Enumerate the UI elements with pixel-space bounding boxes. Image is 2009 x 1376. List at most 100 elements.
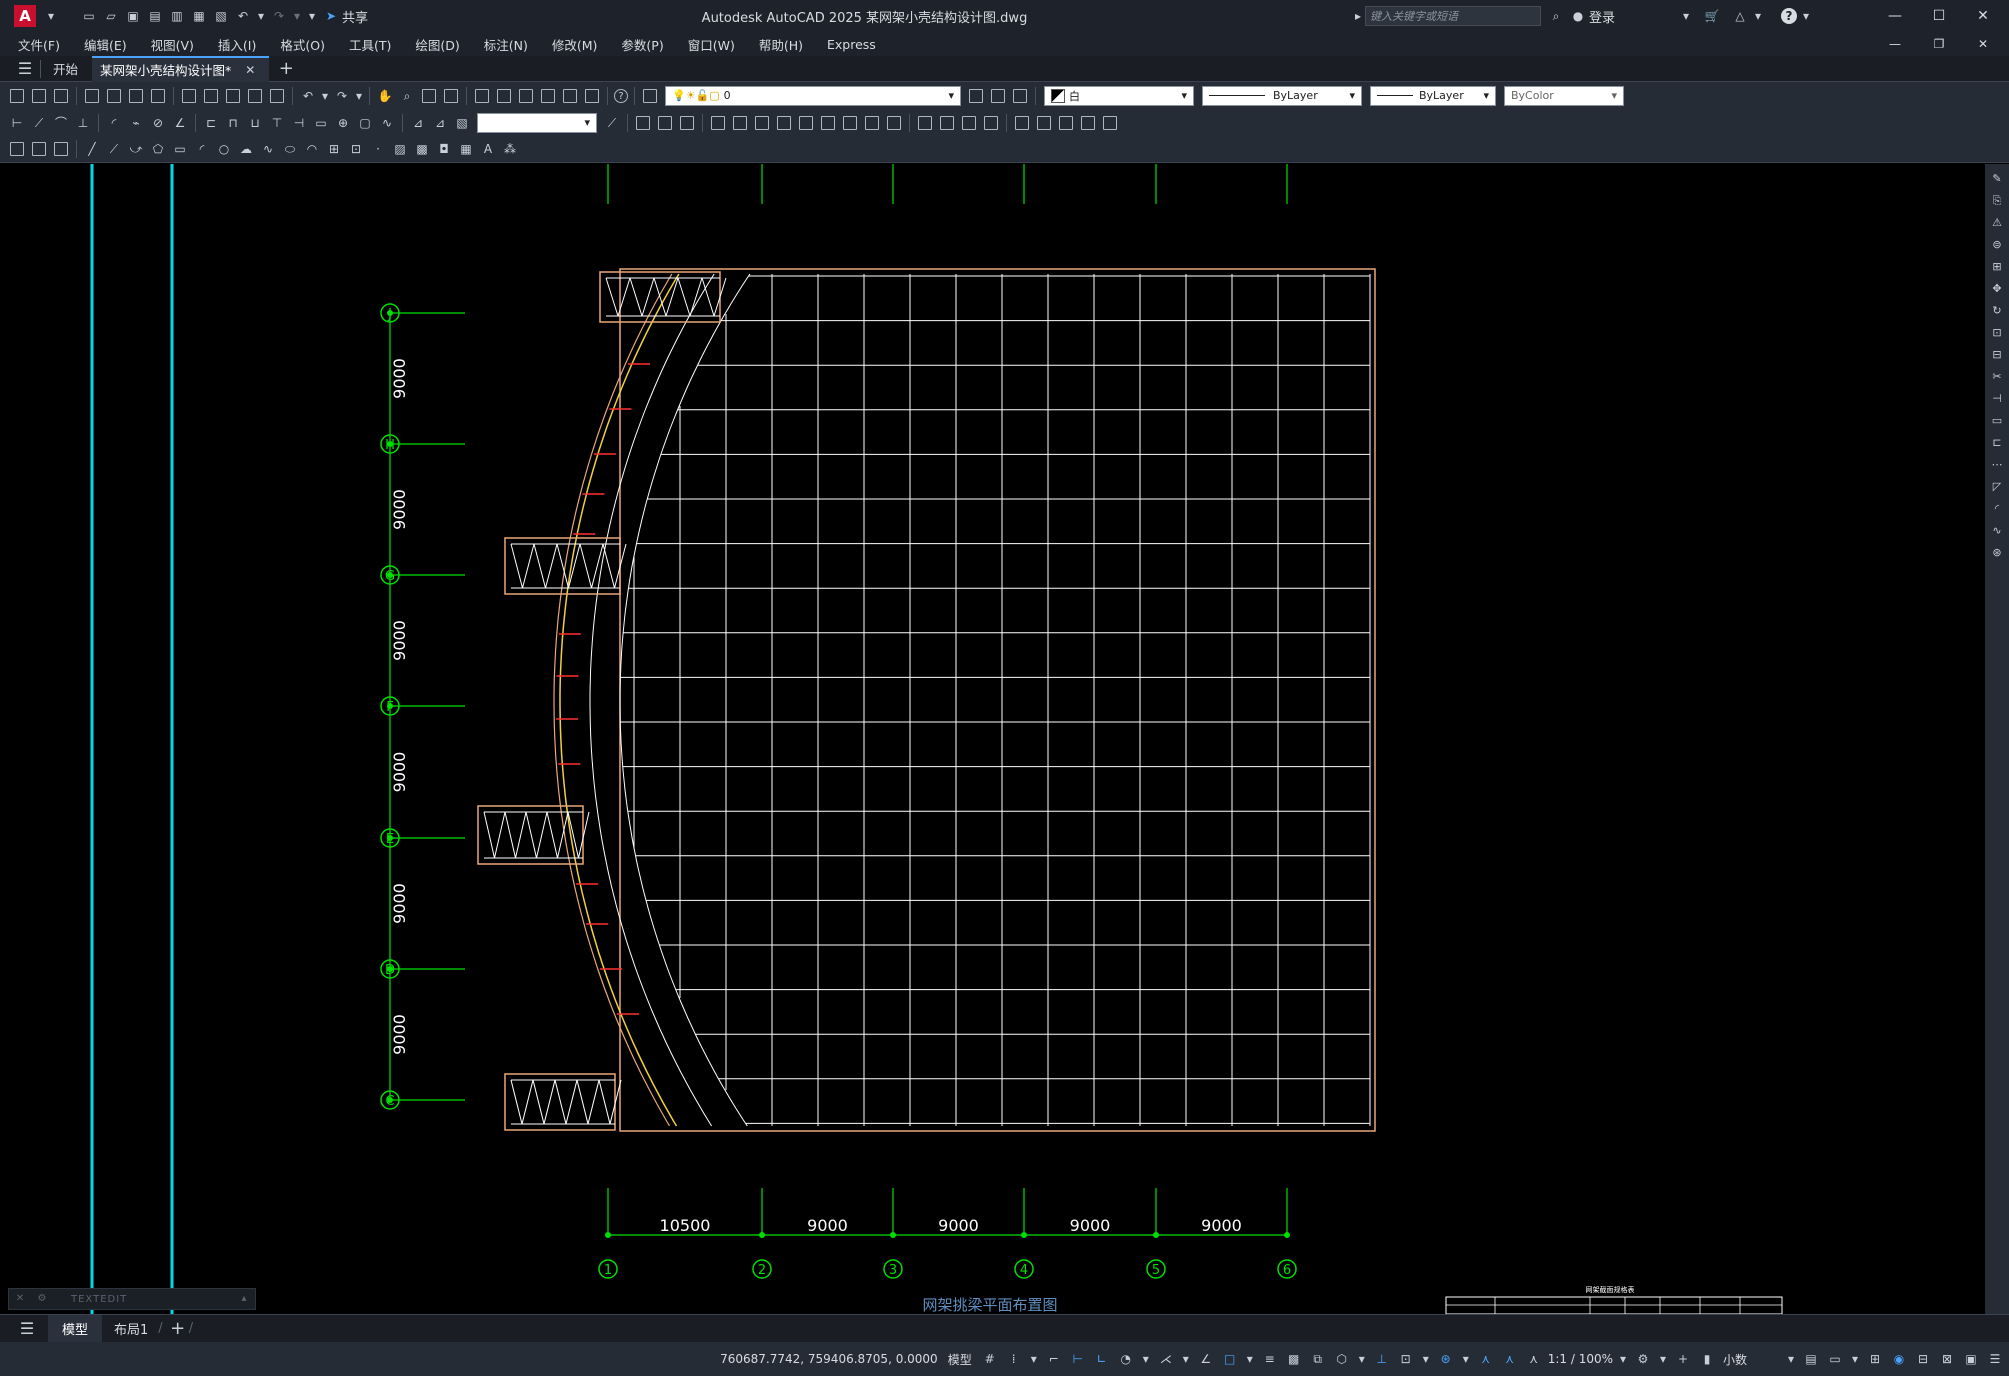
hamburger-menu-icon[interactable]: ☰: [16, 59, 34, 78]
construction-line-icon[interactable]: ⟋: [105, 140, 123, 158]
zoom-realtime-icon[interactable]: ⌕: [398, 87, 416, 105]
isolate-objects-icon[interactable]: ⊞: [1867, 1351, 1883, 1367]
move-icon[interactable]: ✥: [1989, 280, 2005, 298]
dynamic-ucs-icon[interactable]: ⊥: [1374, 1351, 1390, 1367]
sheet-set-icon[interactable]: [541, 88, 555, 103]
gradient-icon[interactable]: ▩: [413, 140, 431, 158]
snap-dropdown-icon[interactable]: ▾: [1030, 1351, 1038, 1367]
undo-toolbar-dropdown-icon[interactable]: ▾: [321, 87, 329, 105]
gizmo-dropdown-icon[interactable]: ▾: [1462, 1351, 1470, 1367]
command-settings-icon[interactable]: ⚙: [33, 1290, 51, 1308]
cart-icon[interactable]: 🛒: [1703, 7, 1721, 25]
tab-document[interactable]: 某网架小壳结构设计图* ✕: [92, 55, 270, 82]
zoom-window-icon[interactable]: [422, 88, 436, 103]
modify-chamfer-icon[interactable]: [918, 115, 932, 130]
scale-icon[interactable]: ⊡: [1989, 324, 2005, 342]
explode-icon[interactable]: ⊛: [1989, 544, 2005, 562]
linetype-dropdown[interactable]: ByLayer ▾: [1202, 85, 1362, 106]
point-icon[interactable]: ·: [369, 140, 387, 158]
selection-filter-dropdown-icon[interactable]: ▾: [1422, 1351, 1430, 1367]
menu-draw[interactable]: 绘图(D): [415, 35, 459, 54]
ucs-previous-icon[interactable]: [1059, 115, 1073, 130]
customize-qat-icon[interactable]: ▾: [306, 7, 318, 25]
share-icon[interactable]: ➤: [322, 7, 340, 25]
break-icon[interactable]: ⊏: [1989, 434, 2005, 452]
make-block-icon[interactable]: ⊡: [347, 140, 365, 158]
offset-icon[interactable]: ⊜: [1989, 236, 2005, 254]
share-button[interactable]: 共享: [342, 7, 368, 26]
dim-angular-icon[interactable]: ∠: [171, 114, 189, 132]
region-icon[interactable]: ◘: [435, 140, 453, 158]
block-create-icon[interactable]: [32, 142, 46, 156]
spline-icon[interactable]: ∿: [259, 140, 277, 158]
cut-icon[interactable]: [182, 88, 196, 103]
close-tab-icon[interactable]: ✕: [241, 61, 259, 79]
plot-icon[interactable]: [85, 88, 99, 103]
copy-object-icon[interactable]: ⎘: [1989, 192, 2005, 210]
dim-baseline-icon[interactable]: ⊓: [224, 114, 242, 132]
pan-icon[interactable]: ✋: [376, 87, 394, 105]
jogged-linear-icon[interactable]: ∿: [378, 114, 396, 132]
drawing-canvas[interactable]: J H G F E D C 9000 9000 9000 9000 9000 9000 1 2 3 4 5 6 105…: [0, 164, 1985, 1315]
tab-layout1[interactable]: 布局1: [114, 1319, 148, 1338]
units-dropdown-icon[interactable]: ▾: [1787, 1351, 1795, 1367]
layer-properties-icon[interactable]: [643, 88, 657, 103]
units-value[interactable]: 小数: [1723, 1351, 1779, 1368]
isodraft-icon[interactable]: ⋌: [1158, 1351, 1174, 1367]
undo-dropdown-icon[interactable]: ▾: [256, 7, 266, 25]
match-properties-icon[interactable]: [248, 88, 262, 103]
dim-radius-icon[interactable]: ◜: [105, 114, 123, 132]
menu-tools[interactable]: 工具(T): [349, 35, 391, 54]
workspace-dropdown-icon[interactable]: ▾: [1659, 1351, 1667, 1367]
modify-break-icon[interactable]: [865, 115, 879, 130]
line-icon[interactable]: ╱: [83, 140, 101, 158]
add-selected-icon[interactable]: ⁂: [501, 140, 519, 158]
tab-start[interactable]: 开始: [53, 59, 78, 78]
modify-rotate-icon[interactable]: [755, 115, 769, 130]
polar-dropdown-icon[interactable]: ▾: [1142, 1351, 1150, 1367]
ucs-face-icon[interactable]: [1081, 115, 1095, 130]
modify-scale-icon[interactable]: [777, 115, 791, 130]
isodraft-dropdown-icon[interactable]: ▾: [1182, 1351, 1190, 1367]
annotation-scale-icon[interactable]: ⋏: [1526, 1351, 1542, 1367]
zoom-previous-icon[interactable]: [444, 88, 458, 103]
modify-move-icon[interactable]: [636, 115, 650, 130]
polyline-icon[interactable]: ⤻: [127, 140, 145, 158]
make-current-icon[interactable]: [969, 88, 983, 103]
insert-block-icon[interactable]: ⊞: [325, 140, 343, 158]
tool-palettes-icon[interactable]: [519, 88, 533, 103]
quick-dim-icon[interactable]: ⊏: [202, 114, 220, 132]
snap-icon[interactable]: ⁞: [1006, 1351, 1022, 1367]
units-icon[interactable]: ▮: [1699, 1351, 1715, 1367]
redo-icon[interactable]: ↷: [270, 7, 288, 25]
user-icon[interactable]: ●: [1569, 7, 1587, 25]
lock-ui-icon[interactable]: ▭: [1827, 1351, 1843, 1367]
join-icon[interactable]: ⋯: [1989, 456, 2005, 474]
help-dropdown-icon[interactable]: ▾: [1801, 7, 1811, 25]
menu-modify[interactable]: 修改(M): [552, 35, 598, 54]
search-expand-icon[interactable]: ▸: [1353, 7, 1363, 25]
modify-array-icon[interactable]: [733, 115, 747, 130]
markup-icon[interactable]: [563, 88, 577, 103]
menu-dimension[interactable]: 标注(N): [484, 35, 528, 54]
open-file-icon[interactable]: ▱: [102, 7, 120, 25]
preview-icon[interactable]: [107, 88, 121, 103]
dim-text-edit-icon[interactable]: ⊿: [431, 114, 449, 132]
publish-icon[interactable]: ▥: [168, 7, 186, 25]
ellipse-icon[interactable]: ⬭: [281, 140, 299, 158]
redo-toolbar-dropdown-icon[interactable]: ▾: [355, 87, 363, 105]
dim-linear-icon[interactable]: ⊢: [8, 114, 26, 132]
extend-icon[interactable]: ⊣: [1989, 390, 2005, 408]
inspect-icon[interactable]: ▢: [356, 114, 374, 132]
autodesk-account-icon[interactable]: △: [1731, 7, 1749, 25]
ortho-icon[interactable]: ∟: [1094, 1351, 1110, 1367]
coordinates-readout[interactable]: 760687.7742, 759406.8705, 0.0000: [720, 1352, 938, 1366]
dim-arc-icon[interactable]: ⌒: [52, 114, 70, 132]
publish-toolbar-icon[interactable]: [129, 88, 143, 103]
search-input[interactable]: 键入关键字或短语: [1364, 6, 1541, 26]
redo-toolbar-icon[interactable]: ↷: [333, 87, 351, 105]
tab-model[interactable]: 模型: [48, 1315, 103, 1342]
layer-walk-icon[interactable]: [54, 142, 68, 156]
dynamic-input-icon[interactable]: ⊢: [1070, 1351, 1086, 1367]
mtext-icon[interactable]: A: [479, 140, 497, 158]
